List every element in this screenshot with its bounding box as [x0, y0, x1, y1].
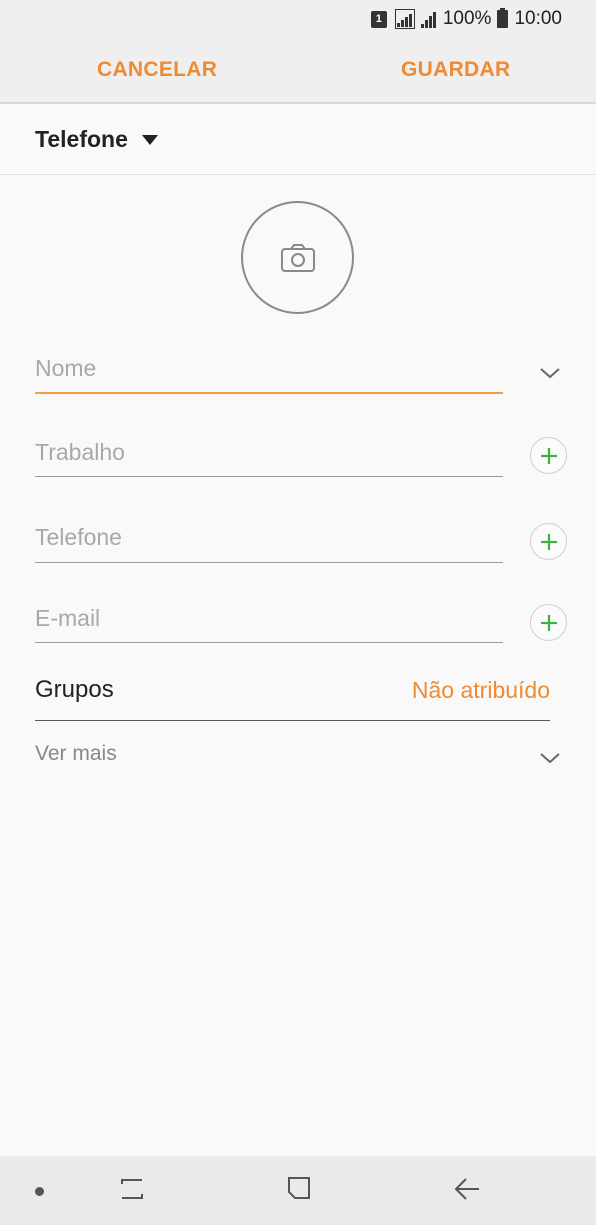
phone-placeholder: Telefone: [35, 524, 122, 550]
see-more-chevron-icon[interactable]: [539, 751, 561, 765]
battery-icon: [497, 8, 509, 28]
account-selector[interactable]: Telefone: [0, 104, 596, 175]
groups-label: Grupos: [35, 676, 114, 703]
nav-dot-icon: [35, 1187, 44, 1196]
camera-icon: [280, 243, 315, 272]
name-placeholder: Nome: [35, 355, 97, 381]
expand-name-chevron-icon[interactable]: [539, 366, 561, 380]
add-photo-button[interactable]: [241, 201, 354, 314]
email-placeholder: E-mail: [35, 605, 101, 631]
work-underline: [35, 476, 503, 477]
signal-strength-icon-2: [420, 10, 437, 28]
clock: 10:00: [514, 8, 562, 29]
plus-icon: [540, 614, 557, 631]
name-field[interactable]: Nome: [35, 355, 503, 395]
save-button[interactable]: GUARDAR: [401, 38, 510, 102]
plus-icon: [540, 447, 557, 464]
sim-card-icon: 1: [370, 10, 387, 28]
phone-underline: [35, 562, 503, 563]
plus-icon: [540, 533, 557, 550]
battery-percent: 100%: [442, 8, 492, 29]
groups-row[interactable]: Grupos Não atribuído: [35, 668, 550, 721]
email-underline: [35, 642, 503, 643]
groups-value: Não atribuído: [411, 677, 550, 703]
work-field[interactable]: Trabalho: [35, 439, 503, 479]
email-field[interactable]: E-mail: [35, 605, 503, 645]
back-icon[interactable]: [452, 1174, 482, 1204]
work-placeholder: Trabalho: [35, 439, 125, 465]
dropdown-arrow-icon: [141, 135, 158, 145]
cancel-button[interactable]: CANCELAR: [97, 38, 217, 102]
recent-apps-icon[interactable]: [118, 1174, 146, 1204]
status-bar: 1 100% 10:00: [0, 0, 596, 38]
add-email-button[interactable]: [530, 604, 567, 641]
add-phone-button[interactable]: [530, 523, 567, 560]
action-bar: CANCELAR GUARDAR: [0, 38, 596, 104]
navigation-bar: [0, 1156, 596, 1225]
add-work-button[interactable]: [530, 437, 567, 474]
see-more-button[interactable]: Ver mais: [35, 742, 117, 766]
signal-strength-icon: [394, 9, 415, 29]
phone-field[interactable]: Telefone: [35, 524, 503, 564]
account-label: Telefone: [35, 125, 128, 152]
home-icon[interactable]: [285, 1174, 313, 1204]
name-underline: [35, 392, 503, 394]
